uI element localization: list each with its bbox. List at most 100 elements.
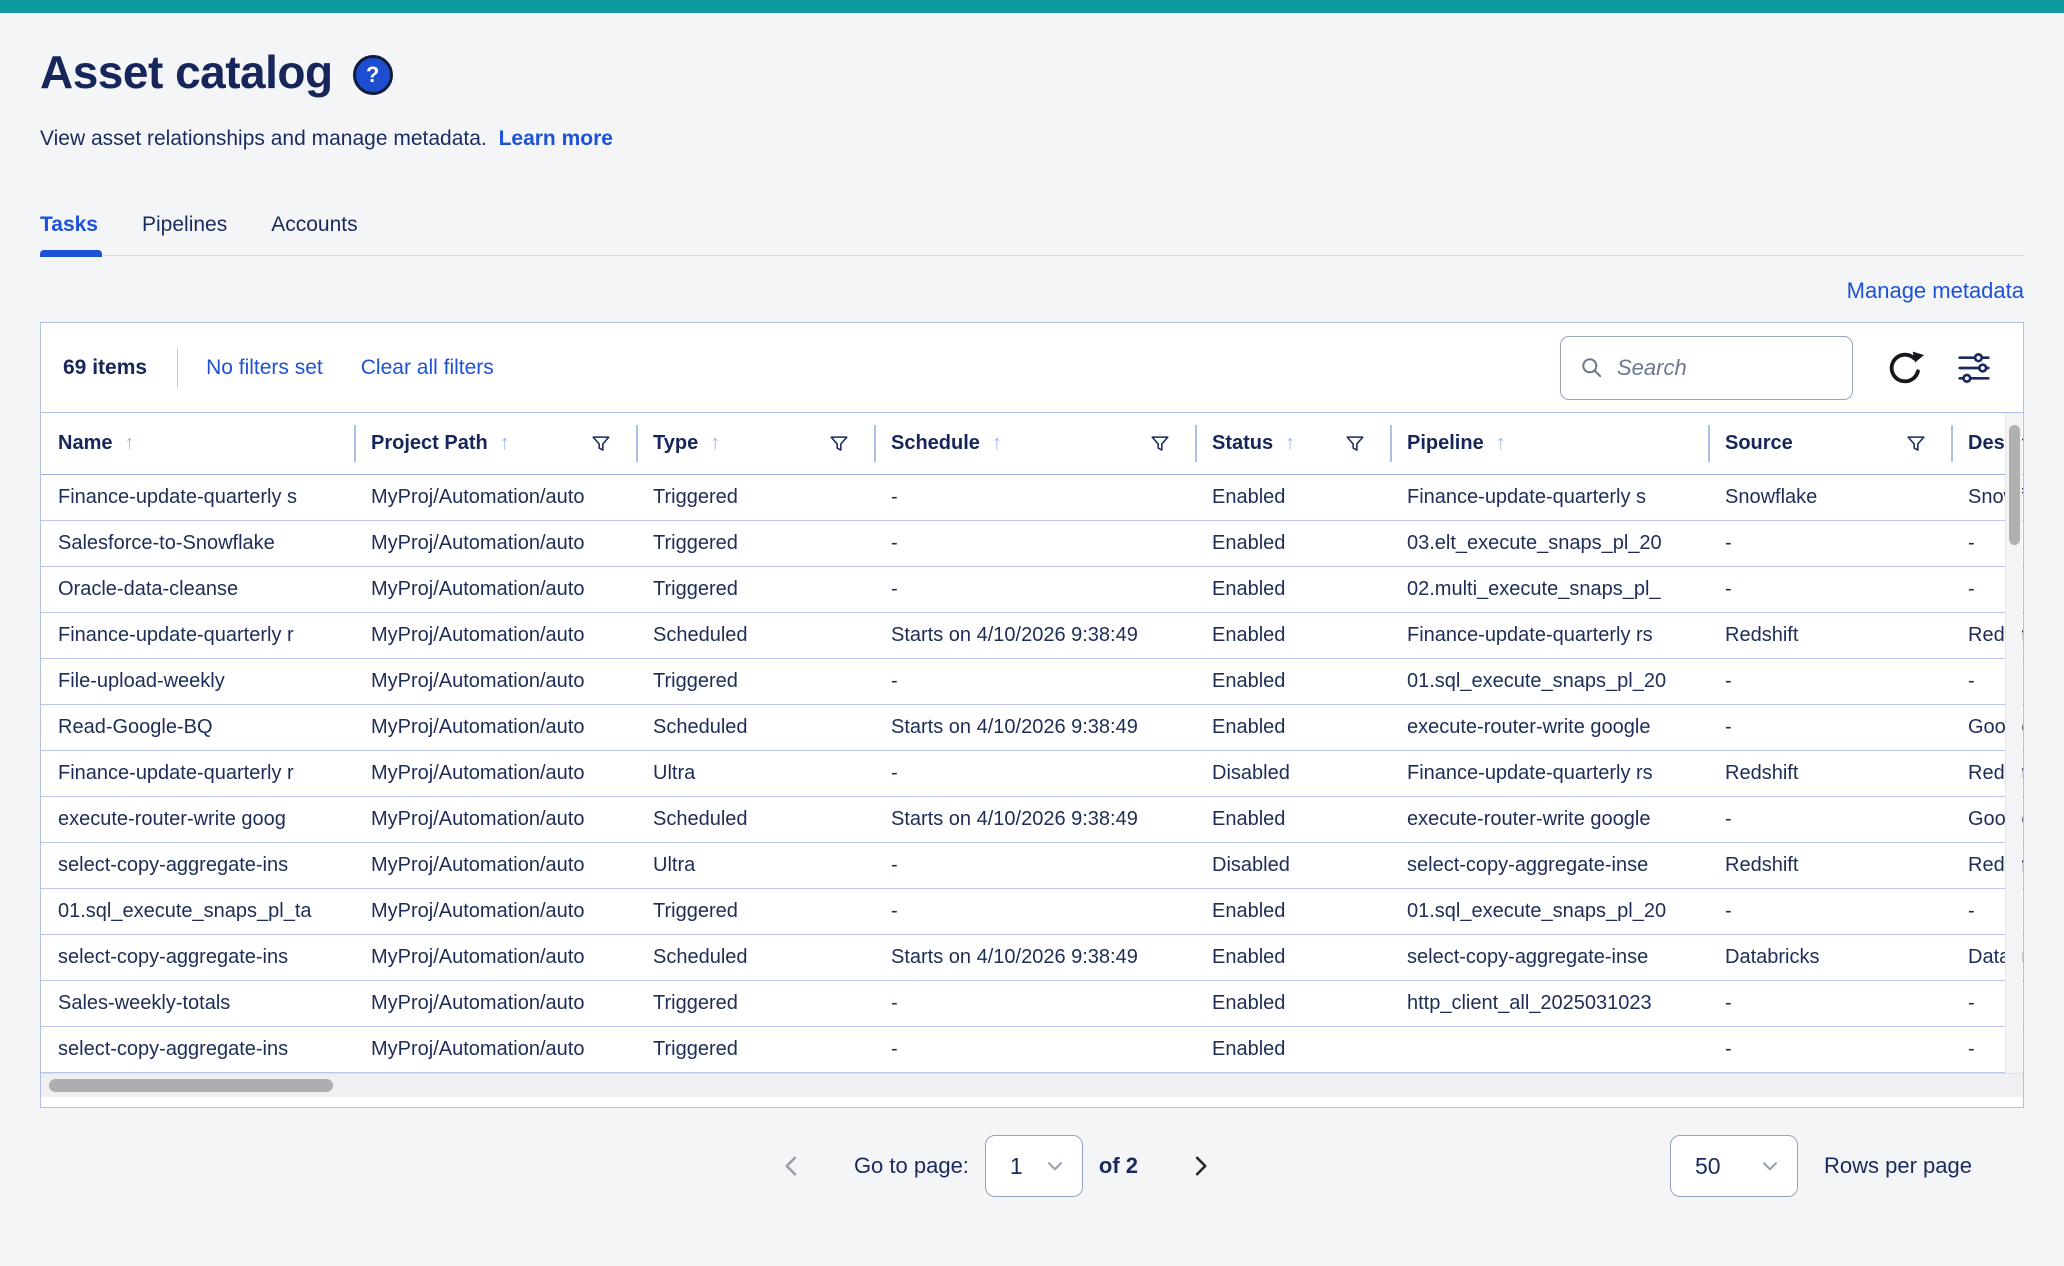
sort-arrow-icon[interactable]: ↑: [500, 432, 510, 455]
learn-more-link[interactable]: Learn more: [499, 127, 613, 150]
cell-name: Finance-update-quarterly r: [41, 751, 354, 796]
search-box[interactable]: [1560, 336, 1853, 400]
table-row[interactable]: select-copy-aggregate-insMyProj/Automati…: [41, 843, 2023, 889]
sort-arrow-icon[interactable]: ↑: [710, 432, 720, 455]
table-row[interactable]: Read-Google-BQMyProj/Automation/autoSche…: [41, 705, 2023, 751]
cell-type: Scheduled: [636, 935, 874, 980]
cell-status: Enabled: [1195, 1027, 1390, 1072]
column-label: Type: [653, 432, 698, 455]
help-icon[interactable]: ?: [353, 55, 393, 95]
cell-name: Read-Google-BQ: [41, 705, 354, 750]
tab-accounts[interactable]: Accounts: [271, 213, 357, 255]
cell-project_path: MyProj/Automation/auto: [354, 981, 636, 1026]
table-row[interactable]: Finance-update-quarterly sMyProj/Automat…: [41, 475, 2023, 521]
cell-schedule: -: [874, 751, 1195, 796]
chevron-right-icon: [1186, 1151, 1214, 1181]
horizontal-scrollbar-thumb[interactable]: [49, 1079, 333, 1092]
table-row[interactable]: execute-router-write googMyProj/Automati…: [41, 797, 2023, 843]
column-header-name[interactable]: Name↑: [41, 413, 354, 474]
vertical-scrollbar-thumb[interactable]: [2009, 425, 2020, 545]
filter-funnel-icon[interactable]: [1344, 433, 1366, 455]
rows-per-page-value: 50: [1695, 1153, 1721, 1180]
filter-funnel-icon[interactable]: [828, 433, 850, 455]
table-row[interactable]: File-upload-weeklyMyProj/Automation/auto…: [41, 659, 2023, 705]
page-total-label: of 2: [1099, 1153, 1138, 1179]
cell-pipeline: execute-router-write google: [1390, 705, 1708, 750]
tab-bar: Tasks Pipelines Accounts: [40, 213, 2024, 255]
column-header-status[interactable]: Status↑: [1195, 413, 1390, 474]
go-to-page-label: Go to page:: [854, 1153, 969, 1179]
cell-project_path: MyProj/Automation/auto: [354, 659, 636, 704]
cell-status: Disabled: [1195, 751, 1390, 796]
next-page-button[interactable]: [1182, 1147, 1218, 1185]
manage-metadata-link[interactable]: Manage metadata: [1847, 278, 2024, 303]
cell-status: Enabled: [1195, 659, 1390, 704]
cell-pipeline: 03.elt_execute_snaps_pl_20: [1390, 521, 1708, 566]
filter-funnel-icon[interactable]: [590, 433, 612, 455]
refresh-icon: [1885, 348, 1925, 388]
chevron-left-icon: [778, 1151, 806, 1181]
toolbar-divider: [177, 348, 178, 388]
column-header-project_path[interactable]: Project Path↑: [354, 413, 636, 474]
cell-source: -: [1708, 797, 1951, 842]
column-header-pipeline[interactable]: Pipeline ↑: [1390, 413, 1708, 474]
cell-status: Enabled: [1195, 613, 1390, 658]
cell-pipeline: 01.sql_execute_snaps_pl_20: [1390, 659, 1708, 704]
sort-arrow-icon[interactable]: ↑: [992, 432, 1002, 455]
filter-funnel-icon[interactable]: [1905, 433, 1927, 455]
cell-project_path: MyProj/Automation/auto: [354, 797, 636, 842]
tab-tasks[interactable]: Tasks: [40, 213, 98, 255]
column-header-type[interactable]: Type ↑: [636, 413, 874, 474]
cell-status: Enabled: [1195, 935, 1390, 980]
cell-schedule: -: [874, 567, 1195, 612]
no-filters-set-link[interactable]: No filters set: [206, 356, 323, 380]
page-select[interactable]: 1: [985, 1135, 1083, 1197]
filter-settings-button[interactable]: [1953, 349, 1995, 387]
table-row[interactable]: Salesforce-to-SnowflakeMyProj/Automation…: [41, 521, 2023, 567]
column-label: Pipeline: [1407, 432, 1484, 455]
cell-source: -: [1708, 889, 1951, 934]
cell-pipeline: Finance-update-quarterly s: [1390, 475, 1708, 520]
table-row[interactable]: Oracle-data-cleanseMyProj/Automation/aut…: [41, 567, 2023, 613]
cell-name: execute-router-write goog: [41, 797, 354, 842]
cell-status: Enabled: [1195, 475, 1390, 520]
page-subtitle: View asset relationships and manage meta…: [40, 127, 487, 150]
horizontal-scrollbar[interactable]: [41, 1073, 2023, 1097]
search-input[interactable]: [1617, 355, 1838, 381]
tab-pipelines[interactable]: Pipelines: [142, 213, 227, 255]
table-row[interactable]: select-copy-aggregate-insMyProj/Automati…: [41, 935, 2023, 981]
cell-source: Redshift: [1708, 843, 1951, 888]
cell-type: Triggered: [636, 521, 874, 566]
cell-project_path: MyProj/Automation/auto: [354, 889, 636, 934]
column-header-source[interactable]: Source: [1708, 413, 1951, 474]
cell-type: Scheduled: [636, 797, 874, 842]
rows-per-page-select[interactable]: 50: [1670, 1135, 1798, 1197]
vertical-scrollbar[interactable]: [2005, 413, 2022, 1073]
asset-table-card: 69 items No filters set Clear all filter…: [40, 322, 2024, 1108]
table-row[interactable]: 01.sql_execute_snaps_pl_taMyProj/Automat…: [41, 889, 2023, 935]
sliders-icon: [1953, 349, 1995, 387]
table-row[interactable]: Finance-update-quarterly rMyProj/Automat…: [41, 613, 2023, 659]
cell-pipeline: 01.sql_execute_snaps_pl_20: [1390, 889, 1708, 934]
table-row[interactable]: Finance-update-quarterly rMyProj/Automat…: [41, 751, 2023, 797]
cell-name: 01.sql_execute_snaps_pl_ta: [41, 889, 354, 934]
filter-funnel-icon[interactable]: [1149, 433, 1171, 455]
cell-name: Finance-update-quarterly s: [41, 475, 354, 520]
cell-schedule: -: [874, 475, 1195, 520]
cell-type: Triggered: [636, 567, 874, 612]
sort-arrow-icon[interactable]: ↑: [124, 432, 134, 455]
table-row[interactable]: select-copy-aggregate-insMyProj/Automati…: [41, 1027, 2023, 1073]
items-count: 69 items: [63, 356, 147, 380]
cell-pipeline: Finance-update-quarterly rs: [1390, 613, 1708, 658]
previous-page-button[interactable]: [774, 1147, 810, 1185]
refresh-button[interactable]: [1885, 348, 1925, 388]
clear-all-filters-link[interactable]: Clear all filters: [361, 356, 494, 380]
cell-source: Redshift: [1708, 613, 1951, 658]
table-row[interactable]: Sales-weekly-totalsMyProj/Automation/aut…: [41, 981, 2023, 1027]
cell-source: Redshift: [1708, 751, 1951, 796]
sort-arrow-icon[interactable]: ↑: [1285, 432, 1295, 455]
column-header-schedule[interactable]: Schedule↑: [874, 413, 1195, 474]
sort-arrow-icon[interactable]: ↑: [1496, 432, 1506, 455]
cell-schedule: -: [874, 1027, 1195, 1072]
tabs-divider: [40, 255, 2024, 256]
